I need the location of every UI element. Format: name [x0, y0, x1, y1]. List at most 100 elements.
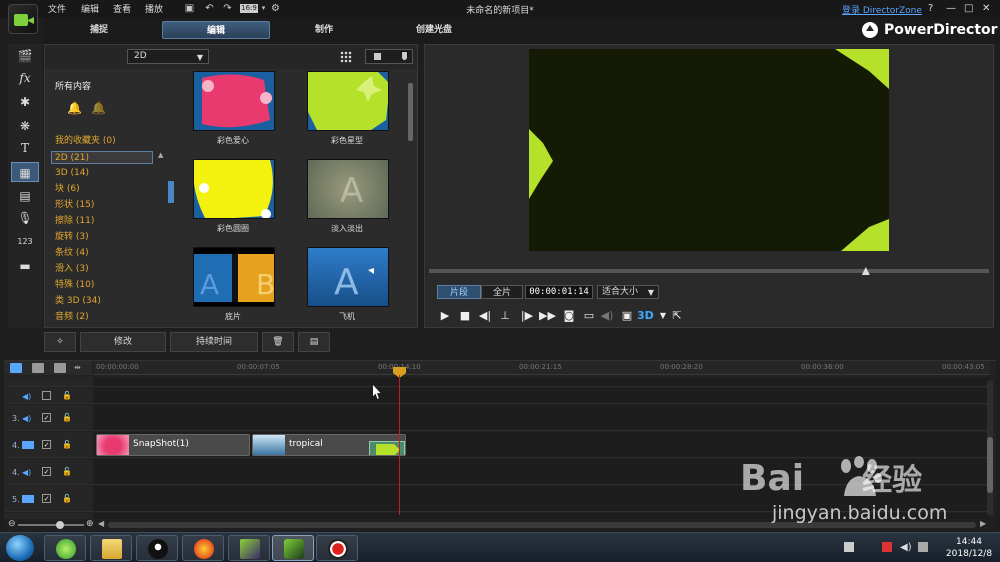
minimize-button[interactable]: — [946, 3, 956, 14]
taskbar-app-firefox[interactable] [182, 535, 224, 561]
scroll-left-icon[interactable]: ◀ [98, 519, 104, 528]
transition-room-icon[interactable]: ▦ [11, 162, 39, 182]
language-icon[interactable] [918, 542, 928, 552]
audio-mixing-room-icon[interactable]: ▤ [11, 186, 39, 206]
thumbnail-color-star[interactable] [307, 71, 389, 131]
thumbnail-size-slider[interactable] [365, 49, 413, 64]
category-item[interactable]: 特殊 (10) [55, 279, 94, 292]
thumbnail-color-heart[interactable] [193, 71, 275, 131]
filter-dropdown[interactable]: 2D ▼ [127, 49, 209, 64]
network-icon[interactable] [882, 542, 892, 552]
tab-produce[interactable]: 制作 [282, 21, 366, 39]
start-button[interactable] [6, 535, 34, 561]
taskbar-app-recorder[interactable] [316, 535, 358, 561]
thumbnail-color-circle[interactable] [193, 159, 275, 219]
track-body[interactable] [94, 377, 990, 386]
taskbar-app-qq[interactable] [136, 535, 178, 561]
aspect-ratio-icon[interactable]: 16:9 [240, 4, 258, 13]
zoom-in-icon[interactable]: ⊕ [86, 519, 94, 529]
zoom-slider-thumb[interactable] [56, 521, 64, 529]
track-body[interactable]: SnapShot(1) tropical [94, 432, 990, 457]
chapter-room-icon[interactable]: 123 [11, 232, 39, 252]
menu-edit[interactable]: 编辑 [81, 2, 99, 15]
volume-icon[interactable]: ◀) [599, 309, 615, 323]
help-button[interactable]: ? [928, 3, 933, 14]
lock-icon[interactable]: 🔓 [62, 467, 72, 476]
category-item[interactable]: 音频 (2) [55, 311, 89, 324]
track-enable-checkbox[interactable]: ✓ [42, 413, 51, 422]
storyboard-view-icon[interactable] [32, 363, 44, 373]
close-button[interactable]: ✕ [982, 3, 990, 14]
category-item[interactable]: 类 3D (34) [55, 295, 101, 308]
clip-mode-button[interactable]: 片段 [437, 285, 481, 299]
category-scrollbar[interactable]: ▲ ▼ [158, 151, 166, 349]
scroll-right-icon[interactable]: ▶ [980, 519, 986, 528]
duration-button[interactable]: 持续时间 [170, 332, 258, 352]
taskbar-app-powerdirector[interactable] [272, 535, 314, 561]
preview-scrubber[interactable] [429, 269, 989, 273]
category-item[interactable]: 2D (21) [51, 151, 153, 164]
time-ruler[interactable]: 00:00:00:0000:00:07:0500:00:14:1000:00:2… [94, 361, 990, 375]
lock-icon[interactable]: 🔓 [62, 413, 72, 422]
zoom-out-icon[interactable]: ⊖ [8, 519, 16, 529]
category-item[interactable]: 形状 (15) [55, 199, 94, 212]
taskbar-app-explorer[interactable] [90, 535, 132, 561]
title-room-icon[interactable]: T [11, 138, 39, 158]
system-clock[interactable]: 14:44 2018/12/8 [944, 536, 994, 560]
track-enable-checkbox[interactable]: ✓ [42, 494, 51, 503]
track-enable-checkbox[interactable]: ✓ [42, 440, 51, 449]
library-scrollbar[interactable] [407, 71, 415, 323]
settings-icon[interactable]: ⚙ [270, 3, 281, 14]
redo-icon[interactable]: ↷ [222, 3, 233, 14]
play-icon[interactable]: ▶ [437, 309, 453, 323]
modify-button[interactable]: 修改 [80, 332, 166, 352]
timecode-display[interactable]: 00:00:01:14 [525, 285, 593, 299]
previous-frame-icon[interactable]: ◀| [477, 309, 493, 323]
maximize-button[interactable]: □ [964, 3, 973, 14]
slider-thumb[interactable] [401, 51, 408, 61]
zoom-slider[interactable] [18, 524, 84, 526]
category-item[interactable]: 旋转 (3) [55, 231, 89, 244]
login-link[interactable]: 登录 DirectorZone [842, 3, 922, 16]
timeline-view-icon[interactable] [10, 363, 22, 373]
3d-mode-button[interactable]: 3D [637, 309, 654, 323]
category-item[interactable]: 滑入 (3) [55, 263, 89, 276]
lock-icon[interactable]: 🔓 [62, 494, 72, 503]
undock-icon[interactable]: ⇱ [669, 309, 685, 323]
next-frame-icon[interactable]: |▶ [519, 309, 535, 323]
undo-icon[interactable]: ↶ [204, 3, 215, 14]
menu-play[interactable]: 播放 [145, 2, 163, 15]
grid-view-icon[interactable] [340, 51, 352, 63]
track-body[interactable] [94, 388, 990, 403]
snapshot-icon[interactable]: ◙ [561, 309, 577, 323]
thumbnail-airplane[interactable]: A [307, 247, 389, 307]
particle-room-icon[interactable]: ❋ [11, 116, 39, 136]
scroll-up-icon[interactable]: ▲ [158, 151, 163, 159]
category-item[interactable]: 块 (6) [55, 183, 80, 196]
tab-capture[interactable]: 捕捉 [54, 21, 144, 39]
fit-timeline-icon[interactable]: ⇹ [74, 363, 86, 373]
category-item[interactable]: 擦除 (11) [55, 215, 94, 228]
subtitle-room-icon[interactable]: ▬ [11, 256, 39, 276]
category-item[interactable]: 条纹 (4) [55, 247, 89, 260]
media-room-icon[interactable]: 🎬 [11, 46, 39, 66]
dual-monitor-icon[interactable]: ▭ [581, 309, 597, 323]
voice-over-icon[interactable]: 🎙 [11, 208, 39, 228]
scrollbar-thumb[interactable] [408, 83, 413, 141]
tab-create-disc[interactable]: 创建光盘 [386, 21, 482, 39]
thumbnail-film[interactable]: AB [193, 247, 275, 307]
thumbnail-fade[interactable]: A [307, 159, 389, 219]
preview-mode-icon[interactable]: ▣ [619, 309, 635, 323]
menu-view[interactable]: 查看 [113, 2, 131, 15]
timeline-clip[interactable]: SnapShot(1) [96, 434, 250, 456]
stop-icon[interactable]: ■ [457, 309, 473, 323]
timeline-vertical-scrollbar[interactable] [987, 381, 993, 515]
volume-icon[interactable]: ◀) [900, 542, 912, 553]
fast-forward-icon[interactable]: ▶▶ [539, 309, 556, 323]
zoom-fit-dropdown[interactable]: 适合大小 ▼ [597, 285, 659, 299]
effect-room-icon[interactable]: fx [11, 68, 39, 88]
track-body[interactable] [94, 405, 990, 430]
tab-edit[interactable]: 编辑 [162, 21, 270, 39]
timeline-clip[interactable]: tropical [252, 434, 406, 456]
lock-icon[interactable]: 🔓 [62, 440, 72, 449]
